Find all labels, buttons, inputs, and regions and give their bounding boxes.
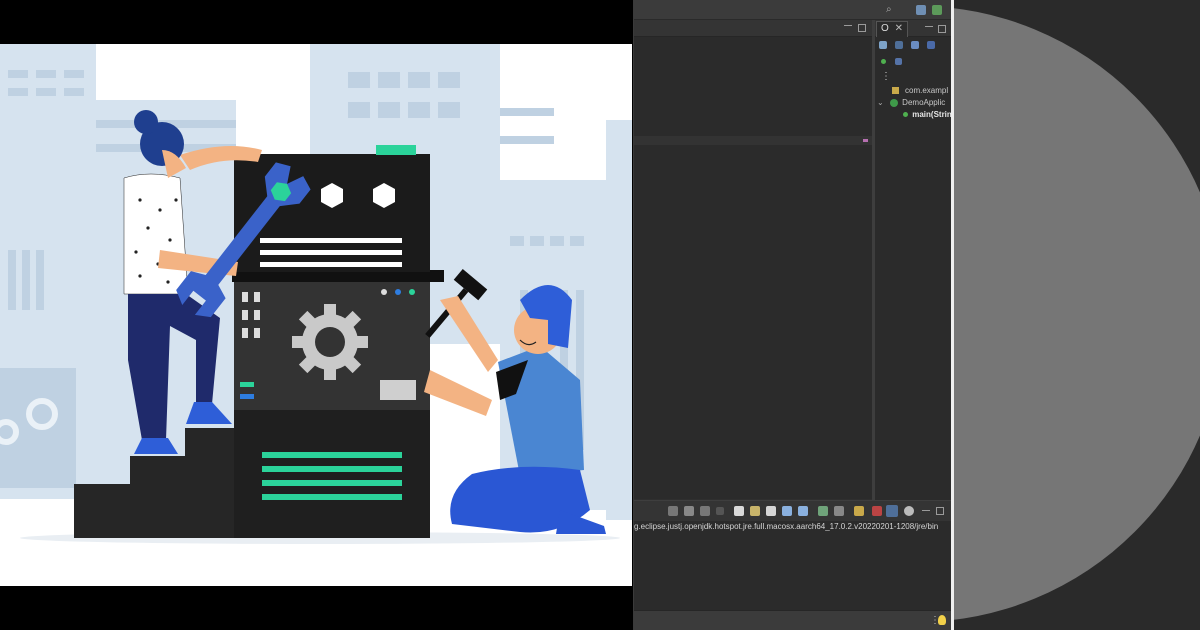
ide-toolbar: ⌕ [634, 0, 951, 20]
maximize-icon[interactable] [858, 24, 866, 32]
maintenance-illustration [0, 44, 632, 586]
maximize-icon[interactable] [936, 507, 944, 515]
tree-item-package[interactable]: com.exampl [875, 86, 948, 96]
link-editor-icon[interactable] [895, 58, 902, 65]
search-icon[interactable]: ⌕ [886, 4, 892, 15]
tree-item-method[interactable]: main(Strin [875, 110, 951, 120]
remove-all-icon[interactable] [700, 506, 710, 516]
hide-fields-icon[interactable] [911, 41, 919, 49]
console-toolbar [634, 501, 951, 521]
clear-console-icon[interactable] [734, 506, 744, 516]
lightbulb-icon[interactable] [938, 615, 946, 625]
code-editor[interactable] [634, 37, 872, 499]
method-label: main(Strin [912, 110, 951, 119]
scroll-lock-icon[interactable] [750, 506, 760, 516]
gray-disc [951, 0, 1200, 630]
hide-nonpublic-icon[interactable] [881, 59, 886, 64]
stop-icon[interactable] [716, 507, 724, 515]
sort-icon[interactable] [895, 41, 903, 49]
tab-outline[interactable]: O ✕ [876, 21, 908, 37]
package-icon [892, 87, 899, 94]
word-wrap-icon[interactable] [766, 506, 776, 516]
ide-screenshot: ⌕ O ✕ ⋮ com.exampl ⌄ DemoApplic main(Str… [633, 0, 951, 630]
minimize-icon[interactable] [925, 26, 933, 30]
collapse-all-icon[interactable] [879, 41, 887, 49]
view-menu-icon[interactable]: ⋮ [881, 71, 891, 82]
pin-console-icon[interactable] [818, 506, 828, 516]
perspective-icon[interactable] [916, 5, 926, 15]
open-console-icon[interactable] [854, 506, 864, 516]
tree-item-class[interactable]: ⌄ DemoApplic [875, 98, 945, 108]
terminate-icon[interactable] [668, 506, 678, 516]
java-perspective-icon[interactable] [932, 5, 942, 15]
minimize-icon[interactable] [844, 25, 852, 29]
show-stdout-icon[interactable] [782, 506, 792, 516]
new-console-icon[interactable] [872, 506, 882, 516]
editor-tab-bar [634, 20, 872, 37]
illustration-panel [0, 0, 632, 630]
maximize-icon[interactable] [938, 25, 946, 33]
outline-tab-label: O [881, 23, 889, 34]
display-console-icon[interactable] [834, 506, 844, 516]
console-process-path: g.eclipse.justj.openjdk.hotspot.jre.full… [634, 522, 939, 531]
overview-ruler-marker [863, 139, 868, 142]
public-method-icon [903, 112, 908, 118]
composite-image: ⌕ O ✕ ⋮ com.exampl ⌄ DemoApplic main(Str… [0, 0, 1200, 630]
outline-tab-bar: O ✕ [875, 20, 951, 37]
outline-view: O ✕ ⋮ com.exampl ⌄ DemoApplic main(Strin [875, 20, 951, 500]
close-icon[interactable]: ✕ [895, 23, 903, 34]
package-label: com.exampl [905, 86, 949, 95]
console-view: g.eclipse.justj.openjdk.hotspot.jre.full… [634, 500, 951, 610]
class-label: DemoApplic [902, 98, 946, 107]
hide-static-icon[interactable] [927, 41, 935, 49]
gear-icon [292, 304, 368, 380]
font-icon[interactable] [886, 505, 898, 517]
disc-panel [951, 0, 1200, 630]
status-bar: ⋮ [634, 610, 951, 630]
class-icon [889, 98, 898, 107]
remove-launch-icon[interactable] [684, 506, 694, 516]
current-line-highlight [634, 136, 872, 145]
show-stderr-icon[interactable] [798, 506, 808, 516]
minimize-icon[interactable] [922, 510, 930, 514]
settings-gear-icon[interactable] [904, 506, 914, 516]
chevron-down-icon[interactable]: ⌄ [877, 98, 884, 107]
